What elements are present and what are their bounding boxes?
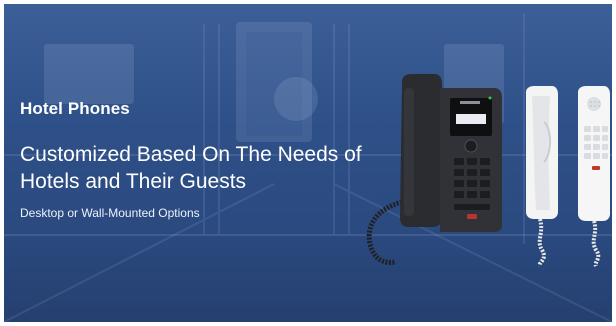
wall-phone-white-image [526, 86, 558, 267]
desk-phone-image [366, 74, 502, 265]
wall-phone-keypad-image [578, 86, 610, 267]
product-images [366, 74, 610, 267]
hero-banner: Hotel Phones Customized Based On The Nee… [4, 4, 612, 322]
